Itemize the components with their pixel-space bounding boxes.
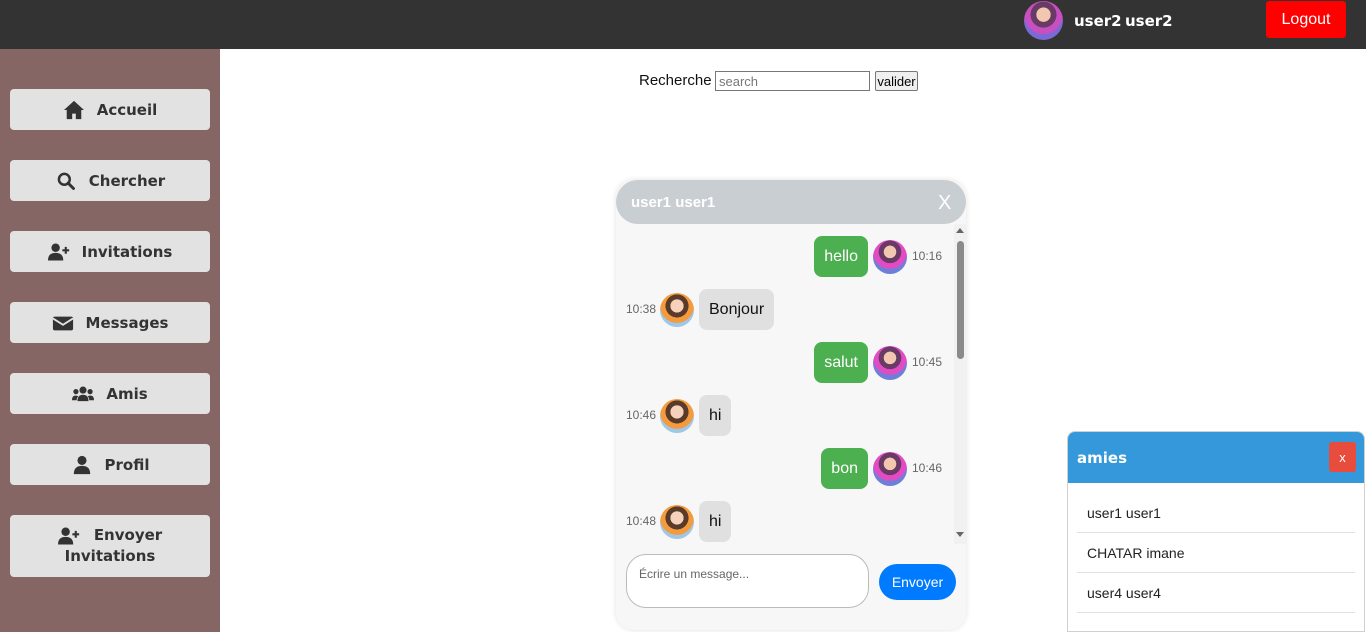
sidebar-item-label: Accueil — [96, 100, 158, 119]
message-row: salut 10:45 — [616, 342, 954, 384]
friends-panel-close-button[interactable]: x — [1329, 442, 1356, 472]
message-time: 10:38 — [626, 302, 657, 316]
sender-avatar — [873, 346, 907, 380]
message-time: 10:46 — [626, 408, 657, 422]
top-bar: user2 user2 Logout — [0, 0, 1366, 49]
users-icon — [72, 386, 95, 401]
sidebar-item-label: Invitations — [81, 242, 173, 261]
message-bubble-sent: hello — [814, 236, 868, 277]
message-list-scrollbar[interactable] — [954, 224, 966, 544]
sidebar-item-label: Profil — [104, 455, 150, 474]
message-row: 10:38 Bonjour — [616, 289, 954, 331]
scroll-up-arrow-icon[interactable] — [956, 228, 964, 233]
user-plus-icon — [57, 527, 79, 544]
chat-title: user1 user1 — [631, 194, 716, 211]
scroll-down-arrow-icon[interactable] — [956, 532, 964, 537]
home-icon — [63, 100, 84, 119]
search-icon — [57, 172, 75, 190]
message-input[interactable] — [626, 554, 869, 608]
sidebar-item-messages[interactable]: Messages — [10, 302, 210, 343]
search-label: Recherche — [639, 72, 712, 89]
friend-list-item[interactable]: user1 user1 — [1077, 493, 1355, 533]
sender-avatar — [660, 505, 694, 539]
message-bubble-received: hi — [699, 501, 732, 542]
sender-avatar — [660, 399, 694, 433]
sidebar-item-label: Chercher — [88, 171, 166, 190]
sender-avatar — [873, 452, 907, 486]
friends-panel: amies x user1 user1 CHATAR imane user4 u… — [1067, 431, 1365, 632]
message-row: 10:46 hi — [616, 395, 954, 437]
friend-list-item[interactable]: CHATAR imane — [1077, 533, 1355, 573]
search-input[interactable] — [715, 71, 870, 91]
logout-button[interactable]: Logout — [1266, 1, 1346, 38]
message-time: 10:16 — [912, 249, 943, 263]
message-list[interactable]: hello 10:16 10:38 Bonjour salut 10:45 10… — [616, 224, 954, 544]
sidebar-item-label: Amis — [106, 384, 148, 403]
send-button[interactable]: Envoyer — [879, 564, 956, 600]
chat-close-button[interactable]: X — [938, 192, 951, 215]
user-icon — [73, 455, 90, 474]
message-bubble-sent: bon — [821, 448, 868, 489]
sidebar-item-accueil[interactable]: Accueil — [10, 89, 210, 130]
user-avatar[interactable] — [1024, 1, 1063, 40]
sidebar-item-amis[interactable]: Amis — [10, 373, 210, 414]
sidebar-item-invitations[interactable]: Invitations — [10, 231, 210, 272]
sidebar-item-chercher[interactable]: Chercher — [10, 160, 210, 201]
sender-avatar — [873, 240, 907, 274]
message-bubble-sent: salut — [814, 342, 868, 383]
sidebar-item-profil[interactable]: Profil — [10, 444, 210, 485]
friends-panel-header: amies x — [1068, 432, 1364, 483]
chat-window: user1 user1 X hello 10:16 10:38 Bonjour … — [616, 180, 966, 630]
envelope-icon — [51, 316, 74, 330]
message-row: bon 10:46 — [616, 448, 954, 490]
sidebar-item-label: Envoyer — [93, 526, 163, 544]
message-row: 10:48 hi — [616, 501, 954, 543]
scrollbar-thumb[interactable] — [957, 241, 964, 359]
user-plus-icon — [47, 243, 69, 260]
message-bubble-received: Bonjour — [699, 289, 775, 330]
sidebar-item-label-line2: Invitations — [64, 547, 156, 565]
message-row: hello 10:16 — [616, 236, 954, 278]
friend-list-item[interactable]: user4 user4 — [1077, 573, 1355, 613]
sender-avatar — [660, 293, 694, 327]
message-time: 10:48 — [626, 514, 657, 528]
friends-panel-title: amies — [1077, 449, 1127, 467]
search-submit-button[interactable]: valider — [875, 71, 918, 91]
chat-header: user1 user1 X — [616, 180, 966, 224]
current-user-last-name: user2 — [1125, 12, 1173, 30]
current-user-first-name: user2 — [1074, 12, 1122, 30]
sidebar: Accueil Chercher Invitations Messages Am… — [0, 49, 220, 632]
sidebar-item-envoyer-invitations[interactable]: Envoyer Invitations — [10, 515, 210, 577]
message-time: 10:45 — [912, 355, 943, 369]
sidebar-item-label: Messages — [85, 313, 169, 332]
message-time: 10:46 — [912, 461, 943, 475]
message-bubble-received: hi — [699, 395, 732, 436]
